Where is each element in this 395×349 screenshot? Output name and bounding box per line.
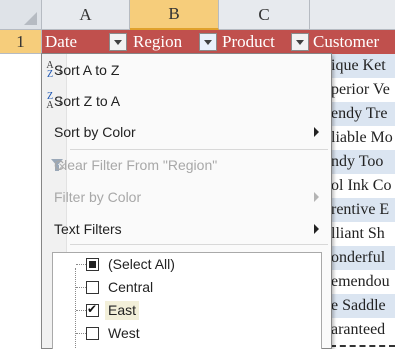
header-cell-region: Region <box>133 32 183 51</box>
table-cell[interactable]: aranteed <box>330 318 395 342</box>
tree-connector <box>76 310 86 311</box>
column-header-b[interactable]: B <box>130 0 219 30</box>
row-header-1[interactable]: 1 <box>0 30 42 54</box>
product-filter-button[interactable] <box>291 33 309 51</box>
table-cell[interactable]: perior Ve <box>330 78 395 102</box>
select-all-corner[interactable] <box>0 0 42 30</box>
column-header-d[interactable] <box>310 0 395 30</box>
central-label: Central <box>108 279 154 295</box>
filter-value-list[interactable]: (Select All) Central East West <box>52 252 322 349</box>
table-cell[interactable]: emendou <box>330 270 395 294</box>
header-cell-product: Product <box>222 32 275 51</box>
table-cell[interactable]: e Saddle <box>330 294 395 318</box>
clear-filter-item[interactable]: ✕ Clear Filter From "Region" <box>42 150 331 180</box>
select-all-checkbox[interactable] <box>86 258 99 271</box>
header-cell-customer: Customer <box>313 32 380 51</box>
list-item-east[interactable]: East <box>53 300 321 321</box>
sort-z-to-a-item[interactable]: ZA ↓ Sort Z to A <box>42 86 331 116</box>
corner-triangle-icon <box>24 12 37 25</box>
submenu-arrow-icon <box>314 224 319 234</box>
tree-connector <box>76 264 86 265</box>
text-filters-label: Text Filters <box>54 221 122 237</box>
table-cell[interactable]: onderful <box>330 246 395 270</box>
column-header-c[interactable]: C <box>219 0 310 30</box>
list-item-west[interactable]: West <box>53 323 321 344</box>
text-filters-item[interactable]: Text Filters <box>42 214 331 244</box>
table-cell[interactable]: rentive E <box>330 198 395 222</box>
region-filter-button[interactable] <box>199 33 217 51</box>
sort-by-color-item[interactable]: Sort by Color <box>42 117 331 147</box>
table-cell[interactable]: liable Mo <box>330 126 395 150</box>
spreadsheet: A B C 1 Date Region Product Customer iqu… <box>0 0 395 349</box>
submenu-arrow-icon <box>314 127 319 137</box>
autofilter-menu: AZ ↓ Sort A to Z ZA ↓ Sort Z to A Sort b… <box>41 53 332 349</box>
east-checkbox[interactable] <box>86 302 99 317</box>
west-checkbox[interactable] <box>86 327 99 340</box>
west-label: West <box>108 325 140 341</box>
table-cell[interactable]: endy Tre <box>330 102 395 126</box>
sort-a-to-z-item[interactable]: AZ ↓ Sort A to Z <box>42 55 331 85</box>
header-cell-date: Date <box>45 32 78 51</box>
table-cell[interactable]: ique Ket <box>330 54 395 78</box>
sort-z-to-a-label: Sort Z to A <box>54 93 121 109</box>
east-label: East <box>105 301 140 320</box>
clear-filter-label: Clear Filter From "Region" <box>54 157 218 173</box>
copy-marquee-bottom <box>330 345 395 347</box>
table-cell[interactable]: ol Ink Co <box>330 174 395 198</box>
table-header-row: Date Region Product Customer <box>42 30 395 54</box>
filter-by-color-item[interactable]: Filter by Color <box>42 182 331 212</box>
filter-by-color-label: Filter by Color <box>54 189 142 205</box>
tree-connector <box>76 333 86 334</box>
customer-column-cells: ique Ket perior Ve endy Tre liable Mo nd… <box>330 54 395 349</box>
sort-a-to-z-label: Sort A to Z <box>54 62 120 78</box>
list-item-central[interactable]: Central <box>53 277 321 298</box>
select-all-label: (Select All) <box>108 256 175 272</box>
table-cell[interactable]: lliant Sh <box>330 222 395 246</box>
menu-separator <box>70 244 328 245</box>
sort-by-color-label: Sort by Color <box>54 124 136 140</box>
submenu-arrow-icon <box>314 192 319 202</box>
central-checkbox[interactable] <box>86 281 99 294</box>
date-filter-button[interactable] <box>109 33 127 51</box>
table-cell[interactable]: ndy Too <box>330 150 395 174</box>
tree-connector <box>76 287 86 288</box>
column-header-a[interactable]: A <box>42 0 130 30</box>
list-item-select-all[interactable]: (Select All) <box>53 254 321 275</box>
